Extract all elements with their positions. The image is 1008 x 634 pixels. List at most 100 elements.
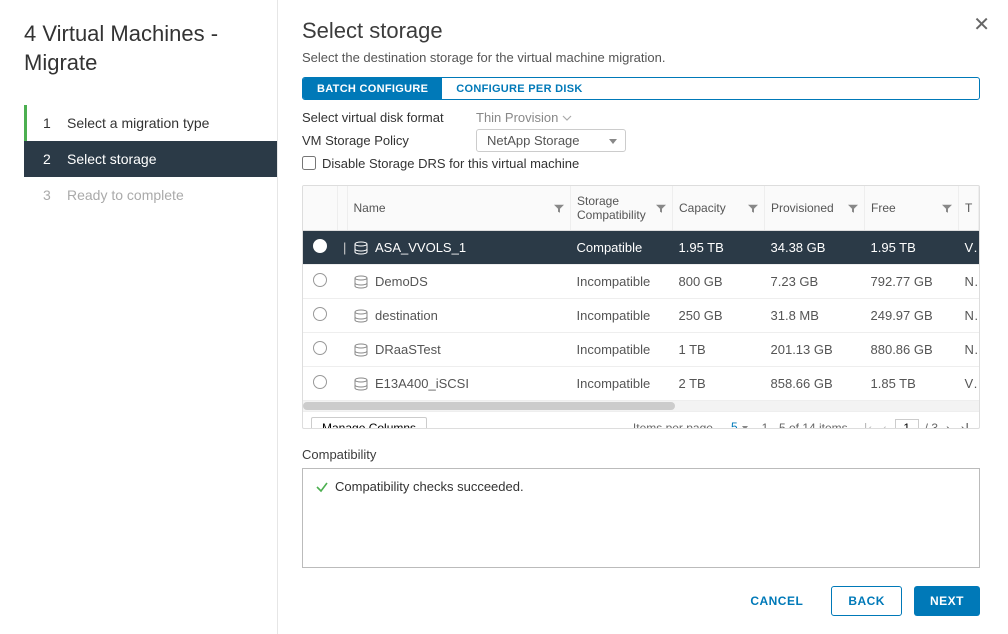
datastore-name: destination [375, 308, 438, 323]
cell-free: 1.95 TB [865, 231, 959, 265]
cell-free: 792.77 GB [865, 265, 959, 299]
cell-compat: Incompatible [571, 299, 673, 333]
filter-icon[interactable] [554, 201, 564, 215]
datastore-name: ASA_VVOLS_1 [375, 240, 466, 255]
datastore-icon [353, 343, 369, 357]
col-capacity[interactable]: Capacity [673, 186, 765, 231]
first-page-icon[interactable]: |‹ [862, 420, 874, 429]
tab-configure-per-disk[interactable]: CONFIGURE PER DISK [442, 78, 596, 99]
tab-batch-configure[interactable]: BATCH CONFIGURE [303, 78, 442, 99]
col-free[interactable]: Free [865, 186, 959, 231]
back-button[interactable]: BACK [831, 586, 902, 616]
disable-drs-label: Disable Storage DRS for this virtual mac… [322, 156, 579, 171]
item-range: 1 - 5 of 14 items [762, 421, 848, 429]
step-num: 3 [43, 187, 57, 203]
cell-capacity: 2 TB [673, 367, 765, 401]
col-t[interactable]: T [959, 186, 979, 231]
grip-icon [337, 333, 347, 367]
disk-format-label: Select virtual disk format [302, 110, 476, 125]
table-row[interactable]: destination Incompatible250 GB31.8 MB249.… [303, 299, 979, 333]
config-mode-tabs: BATCH CONFIGURE CONFIGURE PER DISK [302, 77, 980, 100]
horizontal-scrollbar[interactable] [303, 401, 979, 411]
step-1[interactable]: 1 Select a migration type [24, 105, 277, 141]
items-per-page-label: Items per page [633, 421, 713, 429]
step-label: Select storage [67, 151, 157, 167]
table-row[interactable]: E13A400_iSCSIIncompatible2 TB858.66 GB1.… [303, 367, 979, 401]
cell-t: V [959, 367, 979, 401]
cell-free: 249.97 GB [865, 299, 959, 333]
col-name[interactable]: Name [347, 186, 571, 231]
radio-select[interactable] [313, 307, 327, 321]
filter-icon[interactable] [848, 201, 858, 215]
step-label: Ready to complete [67, 187, 184, 203]
step-num: 2 [43, 151, 57, 167]
col-provisioned[interactable]: Provisioned [765, 186, 865, 231]
prev-page-icon[interactable]: ‹ [880, 420, 889, 429]
cell-t: N [959, 265, 979, 299]
datastore-icon [353, 377, 369, 391]
storage-table: Name Storage Compatibility Capacity Prov… [302, 185, 980, 429]
cell-compat: Compatible [571, 231, 673, 265]
datastore-icon [353, 275, 369, 289]
filter-icon[interactable] [656, 201, 666, 215]
cell-free: 1.85 TB [865, 367, 959, 401]
cancel-button[interactable]: CANCEL [734, 586, 819, 616]
grip-icon [337, 299, 347, 333]
cell-t: V [959, 231, 979, 265]
disable-drs-checkbox[interactable]: Disable Storage DRS for this virtual mac… [302, 156, 980, 171]
page-title: Select storage [302, 18, 980, 44]
grip-icon [337, 265, 347, 299]
table-row[interactable]: DRaaSTestIncompatible1 TB201.13 GB880.86… [303, 333, 979, 367]
wizard-title: 4 Virtual Machines - Migrate [24, 20, 277, 77]
last-page-icon[interactable]: ›| [959, 420, 971, 429]
filter-icon[interactable] [748, 201, 758, 215]
cell-compat: Incompatible [571, 367, 673, 401]
next-button[interactable]: NEXT [914, 586, 980, 616]
cell-capacity: 800 GB [673, 265, 765, 299]
datastore-name: DemoDS [375, 274, 428, 289]
page-subtitle: Select the destination storage for the v… [302, 50, 980, 65]
compatibility-label: Compatibility [302, 447, 980, 462]
radio-select[interactable] [313, 375, 327, 389]
check-icon [315, 480, 329, 494]
grip-icon: | [337, 231, 347, 265]
cell-compat: Incompatible [571, 333, 673, 367]
next-page-icon[interactable]: › [944, 420, 953, 429]
datastore-icon [353, 309, 369, 323]
compatibility-box: Compatibility checks succeeded. [302, 468, 980, 568]
datastore-icon [353, 241, 369, 255]
cell-capacity: 250 GB [673, 299, 765, 333]
cell-free: 880.86 GB [865, 333, 959, 367]
cell-capacity: 1.95 TB [673, 231, 765, 265]
step-2[interactable]: 2 Select storage [24, 141, 277, 177]
page-input[interactable] [895, 419, 919, 429]
radio-select[interactable] [313, 341, 327, 355]
cell-compat: Incompatible [571, 265, 673, 299]
radio-select[interactable] [313, 239, 327, 253]
disable-drs-input[interactable] [302, 156, 316, 170]
pager: |‹ ‹ / 3 › ›| [862, 419, 971, 429]
cell-provisioned: 858.66 GB [765, 367, 865, 401]
grip-icon [337, 367, 347, 401]
chevron-down-icon [562, 113, 572, 123]
radio-select[interactable] [313, 273, 327, 287]
cell-t: N [959, 333, 979, 367]
step-label: Select a migration type [67, 115, 209, 131]
col-grip [337, 186, 347, 231]
filter-icon[interactable] [942, 201, 952, 215]
col-radio [303, 186, 337, 231]
items-per-page-value[interactable]: 5 [727, 420, 748, 429]
datastore-name: DRaaSTest [375, 342, 441, 357]
manage-columns-button[interactable]: Manage Columns [311, 417, 427, 429]
cell-provisioned: 31.8 MB [765, 299, 865, 333]
table-row[interactable]: DemoDSIncompatible800 GB7.23 GB792.77 GB… [303, 265, 979, 299]
col-compat[interactable]: Storage Compatibility [571, 186, 673, 231]
storage-policy-select[interactable]: NetApp Storage [476, 129, 626, 152]
disk-format-value[interactable]: Thin Provision [476, 110, 572, 125]
step-3: 3 Ready to complete [24, 177, 277, 213]
table-row[interactable]: |ASA_VVOLS_1Compatible1.95 TB34.38 GB1.9… [303, 231, 979, 265]
cell-t: N [959, 299, 979, 333]
close-icon[interactable]: ✕ [973, 12, 990, 37]
storage-policy-label: VM Storage Policy [302, 133, 476, 148]
page-total: / 3 [925, 421, 938, 429]
